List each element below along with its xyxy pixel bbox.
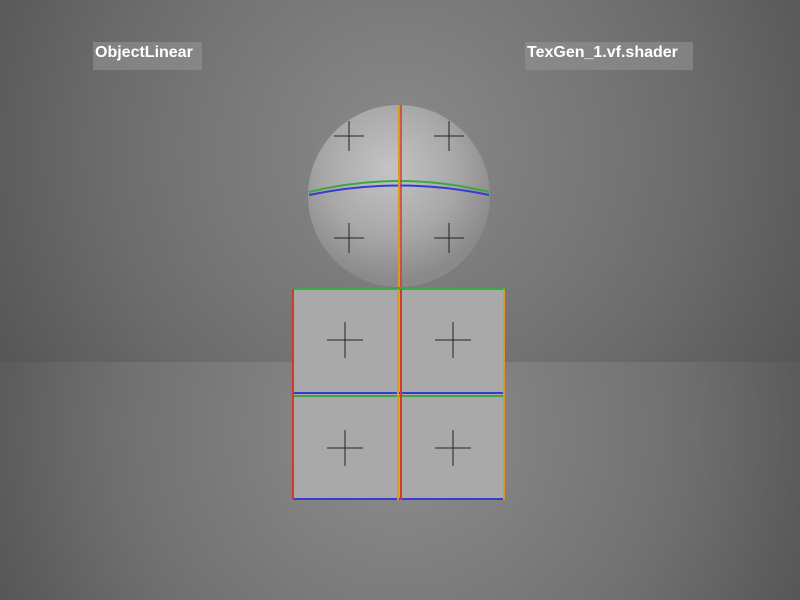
scene-canvas (0, 0, 800, 600)
shader-name-label: TexGen_1.vf.shader (525, 42, 693, 70)
render-viewport[interactable]: ObjectLinear TexGen_1.vf.shader (0, 0, 800, 600)
texgen-mode-label: ObjectLinear (93, 42, 202, 70)
textured-sphere (308, 105, 490, 287)
textured-cube-stack (292, 288, 505, 500)
